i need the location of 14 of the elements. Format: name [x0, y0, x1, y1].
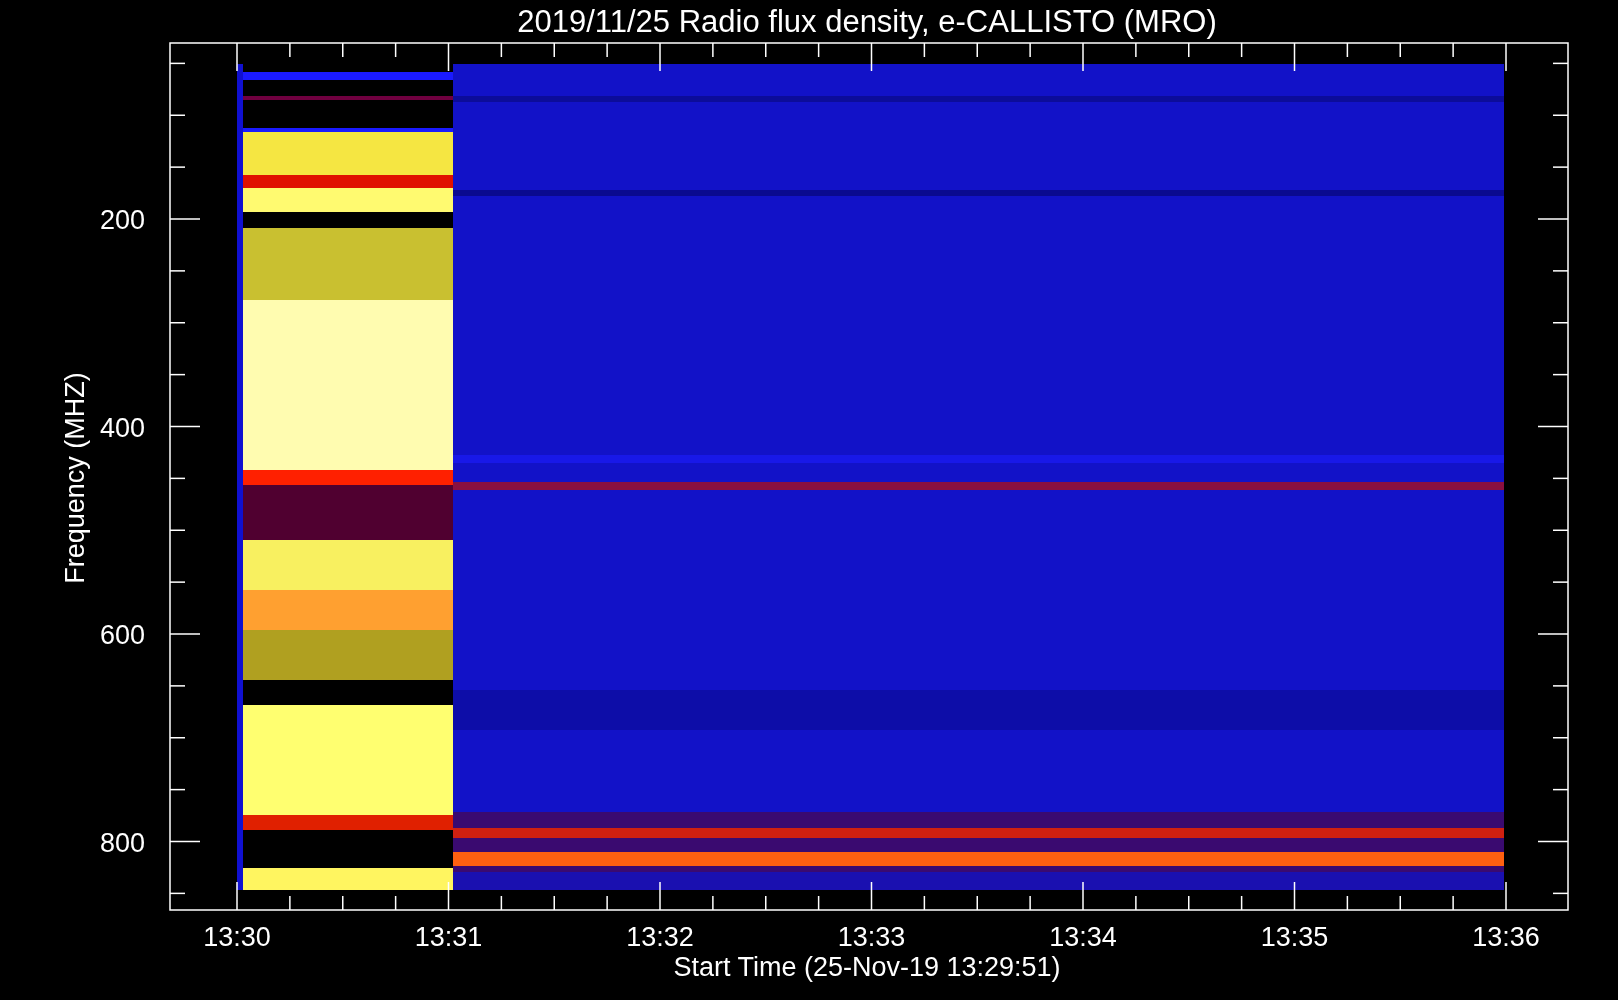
axis-title: Frequency (MHZ)	[60, 372, 90, 584]
axis-tick-label: 13:31	[414, 922, 483, 952]
axis-title: Start Time (25-Nov-19 13:29:51)	[673, 952, 1061, 982]
chart-title: 2019/11/25 Radio flux density, e-CALLISTO (MRO)	[517, 4, 1217, 39]
axis-tick-label: 13:36	[1472, 922, 1540, 952]
axis-tick-label: 13:33	[837, 922, 906, 952]
axis-tick-label: 800	[99, 827, 145, 858]
axis-tick-label: 13:35	[1260, 922, 1329, 952]
axis-tick-label: 400	[99, 412, 145, 443]
axis-tick-label: 13:32	[626, 922, 694, 952]
axis-tick-label: 200	[99, 205, 145, 235]
axis-tick-label: 13:34	[1049, 922, 1117, 952]
axis-tick-label: 600	[99, 620, 145, 650]
axis-tick-label: 13:30	[203, 922, 271, 952]
